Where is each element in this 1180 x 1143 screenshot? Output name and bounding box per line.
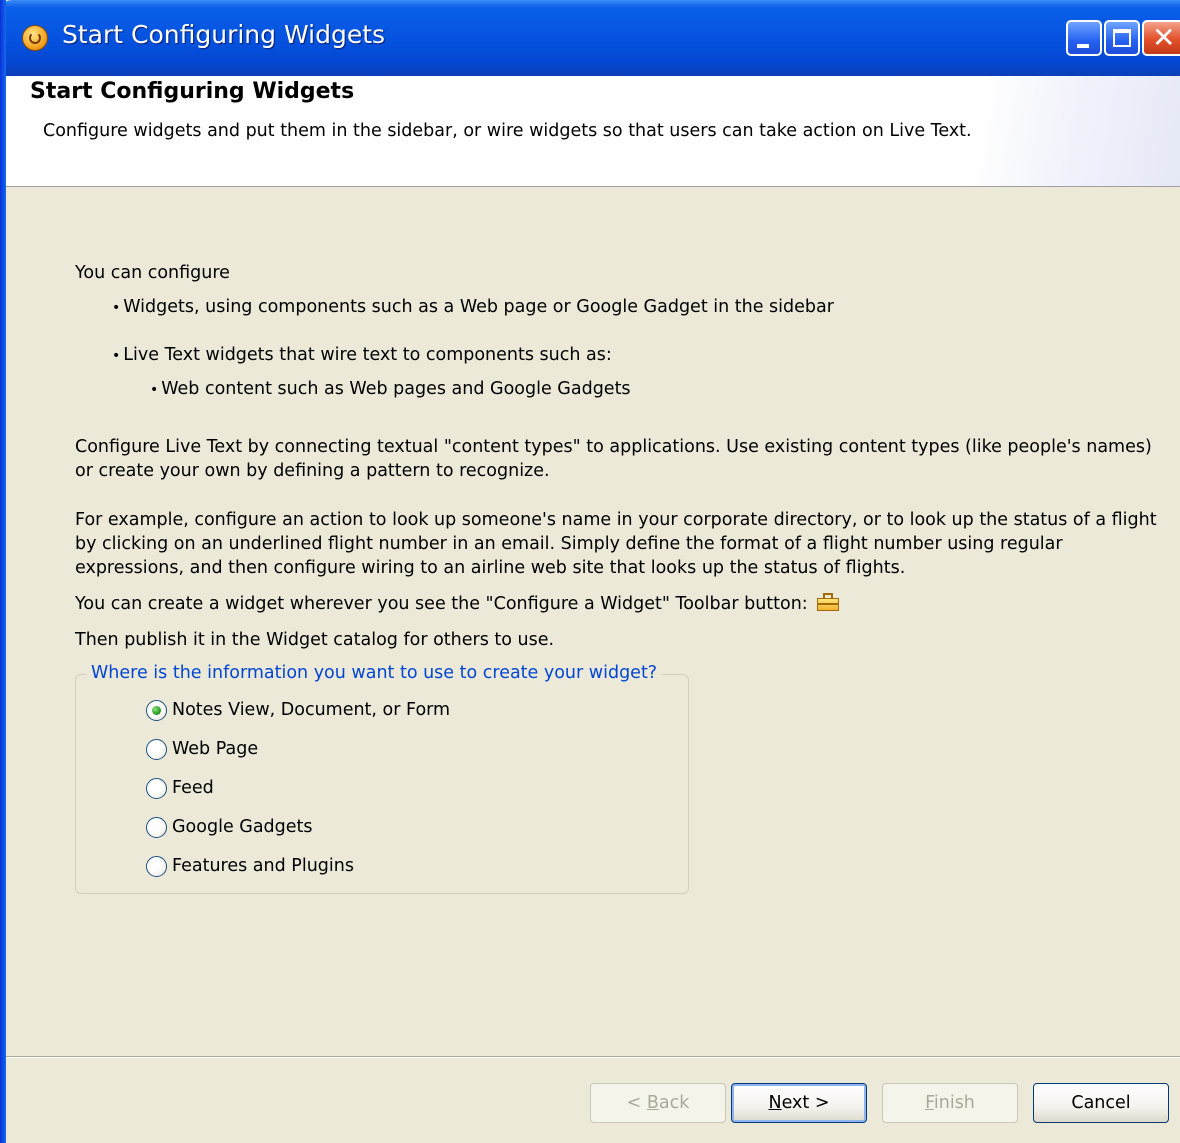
bullet-text: Web content such as Web pages and Google… <box>161 379 631 399</box>
mnemonic-letter: B <box>646 1093 659 1113</box>
publish-line: Then publish it in the Widget catalog fo… <box>75 630 555 650</box>
radio-notes-view[interactable]: Notes View, Document, or Form <box>146 697 450 723</box>
maximize-icon <box>1113 29 1131 47</box>
window-title: Start Configuring Widgets <box>62 20 386 49</box>
page-title: Start Configuring Widgets <box>30 79 355 104</box>
wizard-content: You can configure • Widgets, using compon… <box>6 187 1180 1057</box>
title-bar[interactable]: Start Configuring Widgets ✕ <box>0 0 1180 76</box>
radio-feed[interactable]: Feed <box>146 775 214 801</box>
intro-text: You can configure <box>75 263 230 283</box>
lotus-notes-icon[interactable] <box>22 25 48 51</box>
radio-icon[interactable] <box>146 855 167 877</box>
toolbar-line-text: You can create a widget wherever you see… <box>75 594 808 614</box>
toolbar-line: You can create a widget wherever you see… <box>75 592 840 616</box>
radio-icon[interactable] <box>146 738 167 760</box>
radio-google-gadgets[interactable]: Google Gadgets <box>146 814 313 840</box>
source-group-box: Where is the information you want to use… <box>75 661 689 894</box>
live-text-paragraph: Configure Live Text by connecting textua… <box>75 437 1152 481</box>
radio-label[interactable]: Feed <box>172 778 214 798</box>
radio-icon[interactable] <box>146 777 167 799</box>
mnemonic-letter: N <box>768 1093 782 1113</box>
mnemonic-letter: F <box>925 1093 934 1113</box>
radio-label[interactable]: Features and Plugins <box>172 856 354 876</box>
close-icon: ✕ <box>1152 21 1176 54</box>
radio-label[interactable]: Notes View, Document, or Form <box>172 700 450 720</box>
wizard-window: Start Configuring Widgets ✕ Start Config… <box>0 0 1180 1143</box>
radio-features-plugins[interactable]: Features and Plugins <box>146 853 354 879</box>
finish-button[interactable]: Finish <box>882 1083 1018 1123</box>
list-item: • Live Text widgets that wire text to com… <box>112 343 612 368</box>
list-item: • Web content such as Web pages and Googl… <box>150 377 631 402</box>
bullet-icon: • <box>112 348 121 364</box>
next-button[interactable]: Next > <box>731 1083 867 1123</box>
bullet-text: Live Text widgets that wire text to comp… <box>123 345 612 365</box>
cancel-button[interactable]: Cancel <box>1033 1083 1169 1123</box>
bullet-icon: • <box>150 382 159 398</box>
maximize-button[interactable] <box>1104 20 1140 56</box>
radio-icon[interactable] <box>146 816 167 838</box>
group-legend: Where is the information you want to use… <box>86 661 663 685</box>
close-button[interactable]: ✕ <box>1142 20 1180 56</box>
wizard-header: Start Configuring Widgets Configure widg… <box>6 76 1180 187</box>
example-paragraph: For example, configure an action to look… <box>75 510 1157 578</box>
radio-web-page[interactable]: Web Page <box>146 736 258 762</box>
page-description: Configure widgets and put them in the si… <box>43 121 972 141</box>
footer-divider <box>6 1056 1180 1058</box>
back-button[interactable]: < Back <box>590 1083 726 1123</box>
briefcase-icon <box>816 592 840 612</box>
minimize-button[interactable] <box>1066 20 1102 56</box>
bullet-text: Widgets, using components such as a Web … <box>123 297 834 317</box>
radio-label[interactable]: Web Page <box>172 739 258 759</box>
radio-label[interactable]: Google Gadgets <box>172 817 313 837</box>
minimize-icon <box>1077 44 1089 48</box>
radio-selected-icon[interactable] <box>146 699 167 721</box>
bullet-icon: • <box>112 300 121 316</box>
list-item: • Widgets, using components such as a Web… <box>112 295 834 320</box>
